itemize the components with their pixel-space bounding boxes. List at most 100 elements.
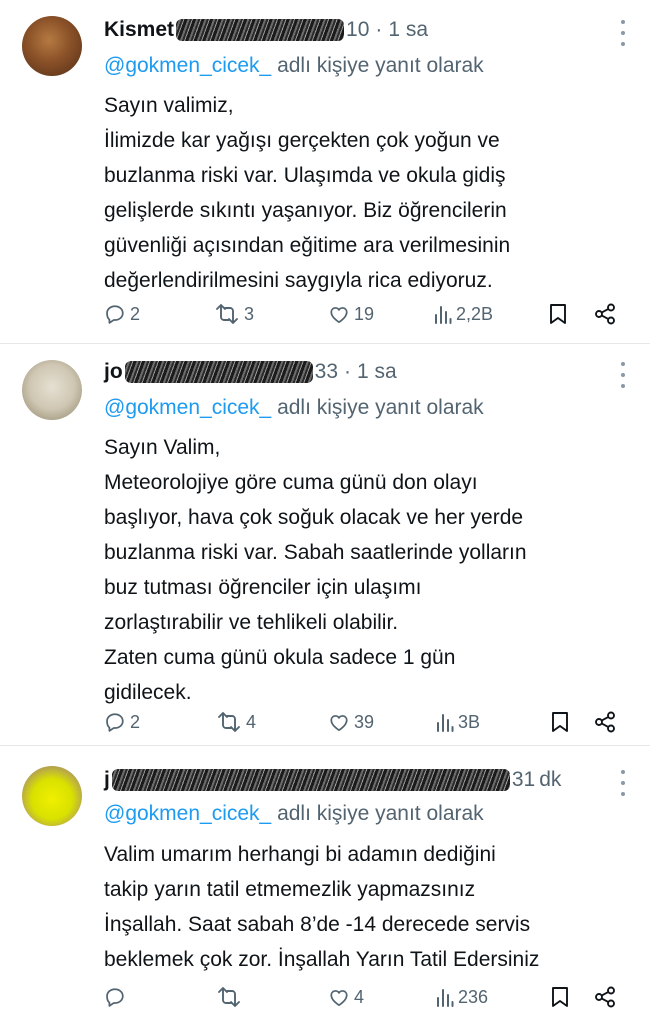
tweet-text-line: Valim umarım herhangi bi adamın dediğini: [104, 843, 496, 866]
tweet-text-line: değerlendirilmesini saygıyla rica ediyor…: [104, 269, 493, 292]
repost-icon: [218, 987, 240, 1007]
reply-tweet-2[interactable]: jo 33 · 1 sa @gokmen_cicek_ adlı kişiye …: [0, 344, 650, 746]
like-count: 19: [354, 303, 375, 324]
like-icon: [330, 990, 348, 1007]
views-button[interactable]: 2,2B: [434, 297, 493, 331]
timestamp[interactable]: 1 sa: [357, 360, 397, 384]
reply-context-label: adlı kişiye yanıt olarak: [277, 802, 484, 825]
share-button[interactable]: [594, 980, 616, 1014]
author-handle-tail: 33: [314, 360, 339, 383]
views-button[interactable]: 3B: [436, 705, 480, 739]
reply-button[interactable]: 2: [104, 297, 140, 331]
bookmark-icon: [552, 712, 568, 732]
mention-link[interactable]: @gokmen_cicek_: [104, 54, 271, 77]
tweet-header: j 31 dk: [104, 763, 561, 797]
reply-context: @gokmen_cicek_ adlı kişiye yanıt olarak: [104, 396, 484, 420]
like-button[interactable]: 19: [328, 297, 374, 331]
more-icon[interactable]: [620, 20, 626, 46]
tweet-text: Valim umarım herhangi bi adamın dediğini…: [104, 837, 634, 977]
author-name[interactable]: jo: [104, 360, 123, 384]
repost-icon: [216, 304, 238, 324]
tweet-text-line: İnşallah. Saat sabah 8’de -14 derecede s…: [104, 913, 531, 936]
reply-context-label: adlı kişiye yanıt olarak: [277, 396, 484, 419]
tweet-text-line: güvenliği açısından eğitime ara verilmes…: [104, 234, 511, 257]
share-icon: [595, 711, 615, 733]
redacted-username: [111, 769, 510, 791]
tweet-text-line: zorlaştırabilir ve tehlikeli olabilir.: [104, 611, 399, 634]
tweet-text-line: buzlanma riski var. Ulaşımda ve okula gi…: [104, 164, 506, 187]
reply-icon: [106, 713, 124, 732]
share-icon: [595, 986, 615, 1008]
redacted-username: [124, 361, 313, 383]
mention-link[interactable]: @gokmen_cicek_: [104, 802, 271, 825]
repost-button[interactable]: 4: [216, 705, 256, 739]
tweet-text-line: Meteorolojiye göre cuma günü don olayı: [104, 471, 478, 494]
views-count: 236: [458, 986, 489, 1007]
repost-button[interactable]: [216, 980, 246, 1014]
repost-icon: [218, 712, 240, 732]
author-name[interactable]: j: [104, 768, 110, 792]
tweet-text: Sayın valimiz, İlimizde kar yağışı gerçe…: [104, 88, 634, 298]
share-icon: [595, 303, 615, 325]
reply-icon: [106, 988, 124, 1007]
action-bar: 2 4 39 3B: [104, 705, 624, 739]
avatar[interactable]: [22, 360, 82, 420]
repost-count: 3: [244, 303, 255, 324]
tweet-text-line: gelişlerde sıkıntı yaşanıyor. Biz öğrenc…: [104, 199, 507, 222]
like-button[interactable]: 4: [328, 980, 364, 1014]
views-icon: [437, 989, 454, 1007]
bookmark-button[interactable]: [548, 297, 568, 331]
repost-count: 4: [246, 711, 257, 732]
timestamp[interactable]: 1 sa: [388, 18, 428, 42]
more-icon[interactable]: [620, 362, 626, 388]
tweet-text-line: Sayın Valim,: [104, 436, 221, 459]
reply-count: 2: [130, 711, 141, 732]
reply-tweet-1[interactable]: Kismet 10 · 1 sa @gokmen_cicek_ adlı kiş…: [0, 0, 650, 344]
author-handle-tail: 31: [511, 768, 536, 791]
repost-button[interactable]: 3: [214, 297, 254, 331]
reply-tweet-3[interactable]: j 31 dk @gokmen_cicek_ adlı kişiye yanıt…: [0, 746, 650, 1014]
avatar[interactable]: [22, 766, 82, 826]
like-count: 4: [354, 986, 365, 1007]
share-button[interactable]: [594, 705, 616, 739]
reply-button[interactable]: [104, 980, 130, 1014]
tweet-text-line: Sayın valimiz,: [104, 94, 234, 117]
redacted-username: [176, 19, 345, 41]
action-bar: 2 3 19 2,2B: [104, 297, 624, 331]
author-name[interactable]: Kismet: [104, 18, 174, 42]
tweet-text-line: Zaten cuma günü okula sadece 1 gün: [104, 646, 456, 669]
reply-context: @gokmen_cicek_ adlı kişiye yanıt olarak: [104, 54, 484, 78]
tweet-text-line: buzlanma riski var. Sabah saatlerinde yo…: [104, 541, 527, 564]
reply-context: @gokmen_cicek_ adlı kişiye yanıt olarak: [104, 802, 484, 826]
like-icon: [330, 715, 348, 732]
reply-count: 2: [130, 303, 141, 324]
views-button[interactable]: 236: [436, 980, 488, 1014]
views-count: 2,2B: [456, 303, 494, 324]
reply-icon: [106, 305, 124, 324]
action-bar: 4 236: [104, 980, 624, 1014]
timestamp[interactable]: dk: [539, 768, 561, 792]
views-count: 3B: [458, 711, 481, 732]
tweet-text-line: buz tutması öğrenciler için ulaşımı: [104, 576, 422, 599]
share-button[interactable]: [594, 297, 616, 331]
mention-link[interactable]: @gokmen_cicek_: [104, 396, 271, 419]
tweet-header: jo 33 · 1 sa: [104, 360, 397, 384]
views-icon: [437, 714, 454, 732]
reply-button[interactable]: 2: [104, 705, 140, 739]
tweet-text-line: beklemek çok zor. İnşallah Yarın Tatil E…: [104, 948, 540, 971]
tweet-header: Kismet 10 · 1 sa: [104, 18, 429, 42]
bookmark-button[interactable]: [550, 980, 570, 1014]
tweet-text-line: İlimizde kar yağışı gerçekten çok yoğun …: [104, 129, 500, 152]
tweet-text-line: takip yarın tatil etmemezlik yapmazsınız: [104, 878, 476, 901]
like-icon: [330, 307, 348, 324]
tweet-text: Sayın Valim, Meteorolojiye göre cuma gün…: [104, 430, 634, 710]
avatar[interactable]: [22, 16, 82, 76]
bookmark-button[interactable]: [550, 705, 570, 739]
author-handle-tail: 10: [346, 18, 370, 41]
more-icon[interactable]: [620, 770, 626, 796]
tweet-text-line: başlıyor, hava çok soğuk olacak ve her y…: [104, 506, 524, 529]
like-button[interactable]: 39: [328, 705, 374, 739]
like-count: 39: [354, 711, 375, 732]
bookmark-icon: [550, 304, 566, 324]
bookmark-icon: [552, 987, 568, 1007]
